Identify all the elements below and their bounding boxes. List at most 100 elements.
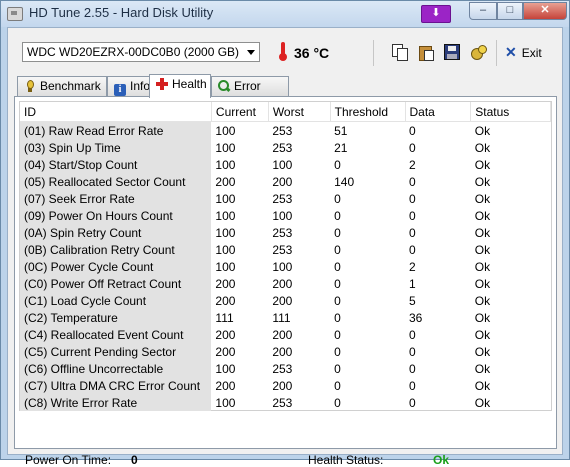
close-button[interactable]: ✕ [523, 2, 567, 20]
table-row[interactable]: (05) Reallocated Sector Count 200 200 140 0 O… [20, 173, 551, 190]
copy-icon[interactable] [392, 44, 408, 61]
thermometer-icon [279, 42, 287, 61]
table-row[interactable]: (09) Power On Hours Count 100 100 0 0 Ok [20, 207, 551, 224]
cell-worst: 100 [272, 208, 293, 223]
toolbar-divider [496, 40, 497, 66]
cell-status: Ok [474, 293, 491, 308]
options-icon[interactable] [470, 44, 487, 60]
search-icon [218, 80, 230, 92]
cell-current: 111 [215, 310, 234, 325]
column-header-data[interactable]: Data [405, 102, 472, 122]
table-row[interactable]: (C5) Current Pending Sector 200 200 0 0 Ok [20, 343, 551, 360]
cell-current: 200 [215, 327, 236, 342]
column-header-worst[interactable]: Worst [268, 102, 331, 122]
table-row[interactable]: (0C) Power Cycle Count 100 100 0 2 Ok [20, 258, 551, 275]
tab-benchmark[interactable]: Benchmark [17, 76, 107, 96]
cell-data: 2 [409, 157, 416, 172]
table-row[interactable]: (C2) Temperature 111 111 0 36 Ok [20, 309, 551, 326]
cell-threshold: 0 [334, 157, 341, 172]
table-row[interactable]: (03) Spin Up Time 100 253 21 0 Ok [20, 139, 551, 156]
cell-status: Ok [474, 208, 491, 223]
cell-data: 36 [409, 310, 423, 325]
maximize-button[interactable]: □ [497, 2, 523, 20]
cell-threshold: 0 [334, 378, 341, 393]
cell-worst: 253 [272, 140, 293, 155]
cell-current: 100 [215, 259, 236, 274]
cell-current: 100 [215, 361, 236, 376]
title-bar[interactable]: HD Tune 2.55 - Hard Disk Utility ⬇ – □ ✕ [1, 1, 569, 27]
cell-current: 100 [215, 395, 236, 410]
tab-info[interactable]: i Info [107, 76, 151, 96]
table-row[interactable]: (0A) Spin Retry Count 100 253 0 0 Ok [20, 224, 551, 241]
cell-threshold: 0 [334, 276, 341, 291]
column-header-id[interactable]: ID [20, 102, 212, 122]
table-row[interactable]: (C4) Reallocated Event Count 200 200 0 0 Ok [20, 326, 551, 343]
cell-worst: 200 [272, 174, 293, 189]
cell-threshold: 0 [334, 361, 341, 376]
cell-data: 0 [409, 327, 416, 342]
cell-current: 100 [215, 123, 236, 138]
exit-button[interactable]: ✕ Exit [505, 44, 542, 60]
tab-label: Benchmark [40, 79, 101, 93]
tab-label: Health [172, 77, 207, 91]
table-row[interactable]: (07) Seek Error Rate 100 253 0 0 Ok [20, 190, 551, 207]
cell-status: Ok [474, 191, 491, 206]
table-row[interactable]: (C1) Load Cycle Count 200 200 0 5 Ok [20, 292, 551, 309]
cell-status: Ok [474, 344, 491, 359]
drive-dropdown-value: WDC WD20EZRX-00DC0B0 (2000 GB) [27, 45, 240, 59]
smart-table[interactable]: ID Current Worst Threshold Data Status (… [19, 101, 552, 411]
table-row[interactable]: (01) Raw Read Error Rate 100 253 51 0 Ok [20, 121, 551, 139]
cell-status: Ok [474, 395, 491, 410]
cell-worst: 253 [272, 361, 293, 376]
minimize-button[interactable]: – [469, 2, 497, 20]
cell-current: 100 [215, 191, 236, 206]
column-header-status[interactable]: Status [470, 102, 551, 122]
cell-id: (03) Spin Up Time [20, 139, 212, 156]
download-icon[interactable]: ⬇ [421, 5, 451, 23]
cell-data: 0 [409, 123, 416, 138]
tab-health[interactable]: Health [149, 74, 211, 98]
cell-id: (04) Start/Stop Count [20, 156, 212, 173]
cell-id: (C0) Power Off Retract Count [20, 275, 212, 292]
health-cross-icon [156, 78, 168, 90]
cell-threshold: 0 [334, 242, 341, 257]
cell-current: 100 [215, 242, 236, 257]
cell-threshold: 140 [334, 174, 355, 189]
chevron-down-icon[interactable] [247, 50, 255, 55]
cell-current: 200 [215, 378, 236, 393]
cell-id: (C8) Write Error Rate [20, 394, 212, 411]
cell-worst: 253 [272, 225, 293, 240]
cell-data: 0 [409, 361, 416, 376]
table-header-row: ID Current Worst Threshold Data Status [20, 102, 551, 122]
column-header-threshold[interactable]: Threshold [330, 102, 406, 122]
cell-current: 200 [215, 293, 236, 308]
cell-status: Ok [474, 276, 491, 291]
cell-data: 0 [409, 242, 416, 257]
cell-id: (0C) Power Cycle Count [20, 258, 212, 275]
cell-worst: 100 [272, 157, 293, 172]
table-row[interactable]: (C7) Ultra DMA CRC Error Count 200 200 0 0 Ok [20, 377, 551, 394]
window-title: HD Tune 2.55 - Hard Disk Utility [29, 5, 214, 20]
cell-id: (C5) Current Pending Sector [20, 343, 212, 360]
table-row[interactable]: (04) Start/Stop Count 100 100 0 2 Ok [20, 156, 551, 173]
cell-worst: 253 [272, 191, 293, 206]
cell-current: 100 [215, 157, 236, 172]
app-window: HD Tune 2.55 - Hard Disk Utility ⬇ – □ ✕… [0, 0, 570, 467]
cell-current: 200 [215, 276, 236, 291]
cell-worst: 253 [272, 123, 293, 138]
tab-error-scan[interactable]: Error Scan [211, 76, 289, 111]
table-row[interactable]: (C8) Write Error Rate 100 253 0 0 Ok [20, 394, 551, 411]
cell-threshold: 0 [334, 191, 341, 206]
cell-data: 5 [409, 293, 416, 308]
table-row[interactable]: (C0) Power Off Retract Count 200 200 0 1 Ok [20, 275, 551, 292]
column-header-current[interactable]: Current [211, 102, 269, 122]
table-row[interactable]: (0B) Calibration Retry Count 100 253 0 0 Ok [20, 241, 551, 258]
cell-worst: 253 [272, 242, 293, 257]
cell-threshold: 0 [334, 208, 341, 223]
save-icon[interactable] [444, 44, 460, 60]
cell-id: (0A) Spin Retry Count [20, 224, 212, 241]
cell-data: 0 [409, 395, 416, 410]
table-row[interactable]: (C6) Offline Uncorrectable 100 253 0 0 Ok [20, 360, 551, 377]
paste-icon[interactable] [418, 44, 434, 61]
drive-dropdown[interactable]: WDC WD20EZRX-00DC0B0 (2000 GB) [22, 42, 260, 62]
